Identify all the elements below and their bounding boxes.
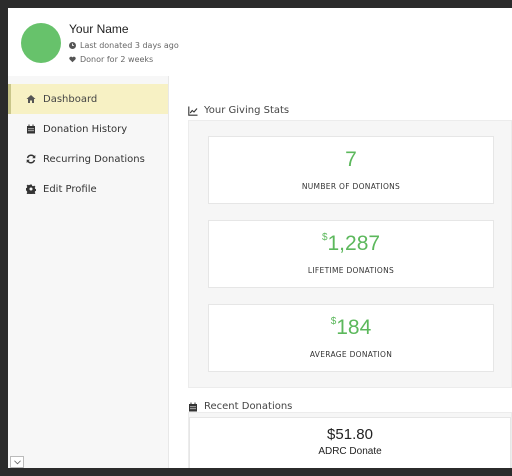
app-window: Your Name Last donated 3 days ago Donor … [8,8,512,468]
stat-card-average-donation: $184 AVERAGE DONATION [208,304,494,372]
recent-donations-panel: $51.80 ADRC Donate [188,412,512,468]
stat-label: NUMBER OF DONATIONS [301,182,401,191]
sidebar-item-dashboard[interactable]: Dashboard [8,84,168,114]
profile-header: Your Name Last donated 3 days ago Donor … [8,8,512,77]
avatar[interactable] [21,23,61,63]
recent-donation-card[interactable]: $51.80 ADRC Donate [189,417,511,468]
giving-stats-heading: Your Giving Stats [188,105,289,116]
sidebar-item-donation-history[interactable]: Donation History [8,114,168,144]
line-chart-icon [188,106,198,116]
donation-recipient: ADRC Donate [318,446,382,457]
stat-number: 1,287 [327,232,381,255]
home-icon [26,95,36,103]
main-content: Your Giving Stats 7 NUMBER OF DONATIONS … [169,76,512,468]
calendar-icon [27,124,35,134]
sidebar-item-label: Donation History [43,123,128,135]
last-donated-text: Last donated 3 days ago [80,41,179,50]
sidebar-item-label: Dashboard [43,93,98,105]
stat-value: $1,287 [209,232,493,256]
sidebar-item-recurring-donations[interactable]: Recurring Donations [8,144,168,174]
sidebar-item-label: Recurring Donations [43,153,145,165]
heart-icon [69,56,76,63]
recent-donations-heading: Recent Donations [188,401,292,412]
refresh-icon [26,154,36,164]
donor-for-text: Donor for 2 weeks [80,55,154,64]
sidebar-item-label: Edit Profile [43,183,97,195]
collapse-toggle[interactable] [10,456,24,468]
calendar-icon [189,402,197,411]
stat-value: $184 [209,316,493,340]
stat-card-lifetime-donations: $1,287 LIFETIME DONATIONS [208,220,494,288]
sidebar: Dashboard Donation History Recurring Don… [8,76,169,468]
giving-stats-title: Your Giving Stats [204,105,290,116]
stat-prefix: $ [321,232,328,243]
stat-value: 7 [209,148,493,172]
chevron-down-icon [13,459,21,464]
donor-for-line: Donor for 2 weeks [69,55,153,64]
stat-number: 7 [345,148,357,171]
clock-icon [69,42,76,49]
stat-card-number-of-donations: 7 NUMBER OF DONATIONS [208,136,494,204]
profile-name: Your Name [69,22,129,36]
sidebar-item-edit-profile[interactable]: Edit Profile [8,174,168,204]
giving-stats-panel: 7 NUMBER OF DONATIONS $1,287 LIFETIME DO… [188,120,512,388]
stat-label: LIFETIME DONATIONS [307,266,395,275]
stat-number: 184 [336,316,372,339]
donation-amount: $51.80 [327,426,373,443]
recent-donations-title: Recent Donations [204,401,293,412]
last-donated-line: Last donated 3 days ago [69,41,179,50]
stat-label: AVERAGE DONATION [309,350,393,359]
gear-icon [26,184,36,194]
stat-prefix: $ [330,316,337,327]
